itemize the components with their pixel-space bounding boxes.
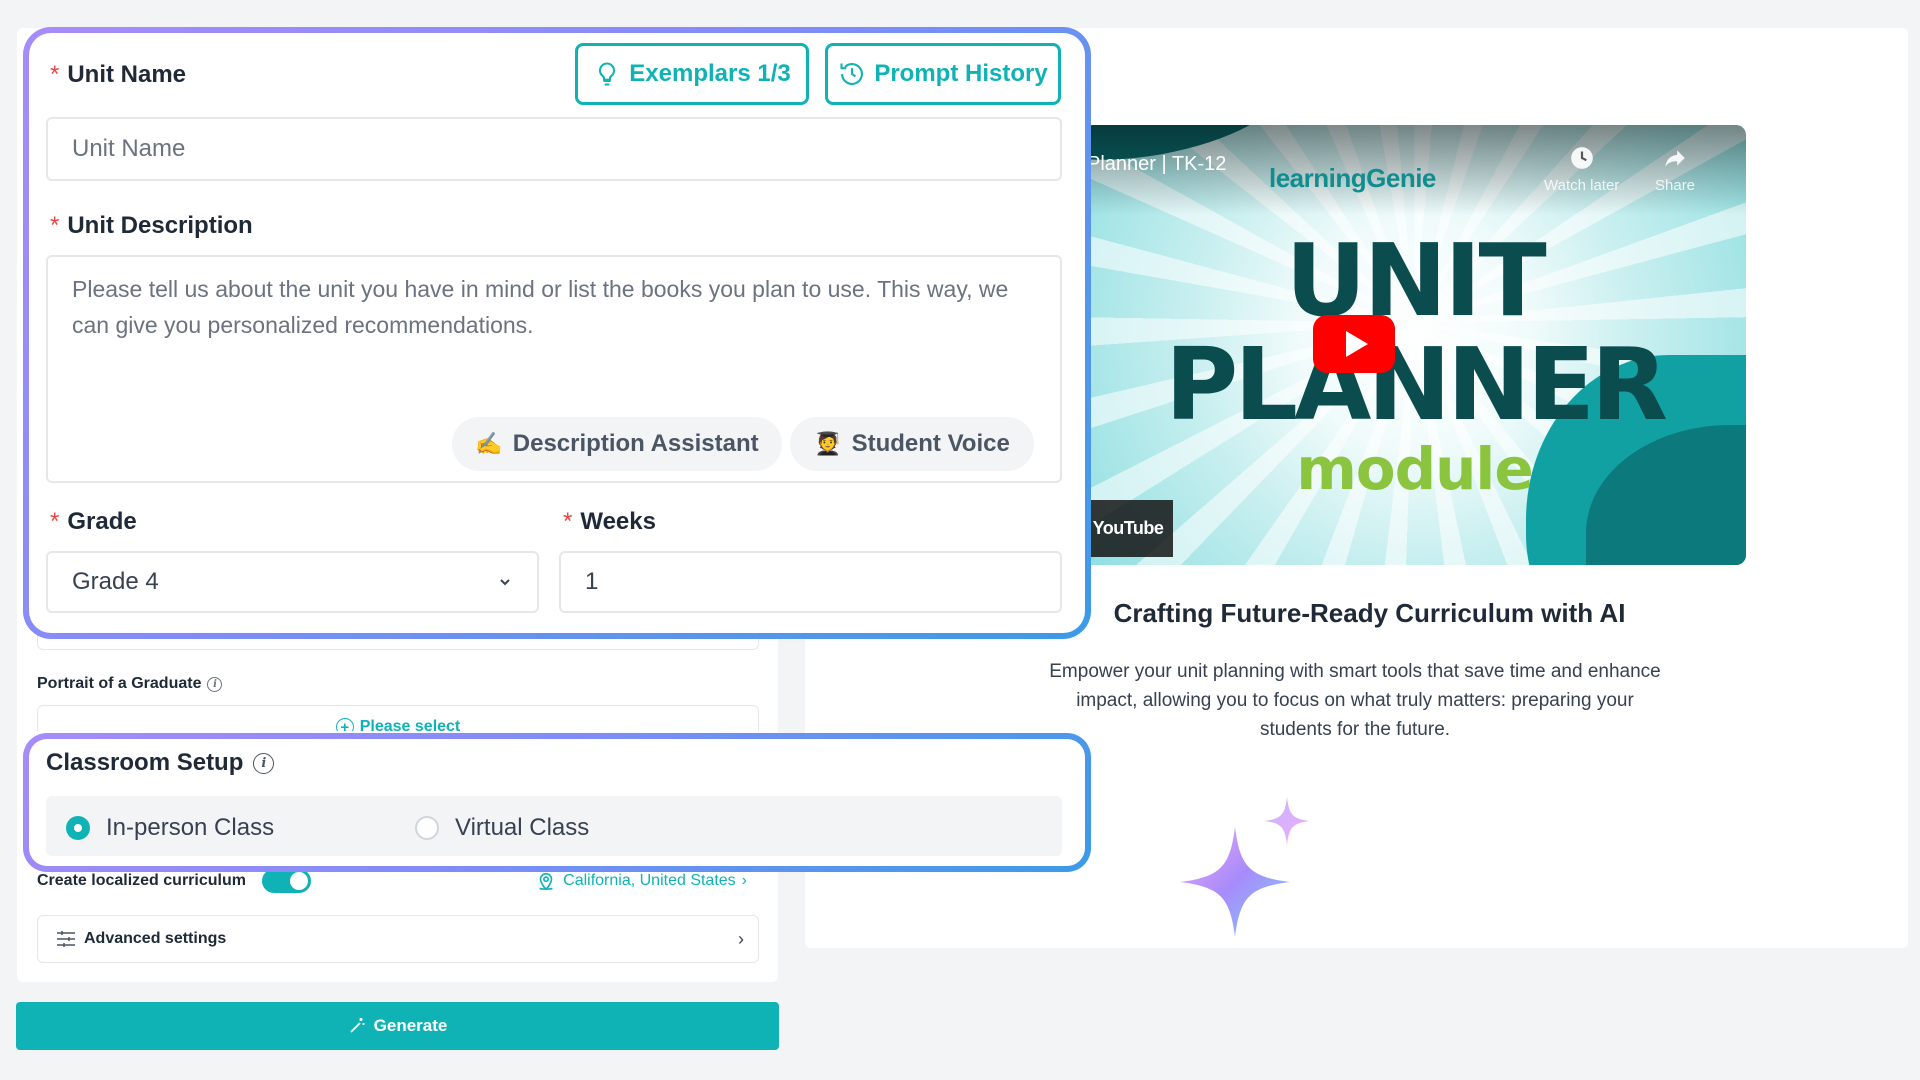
portrait-of-graduate-label: Portrait of a Graduate i bbox=[37, 675, 223, 693]
play-icon bbox=[1345, 331, 1368, 357]
info-icon[interactable]: i bbox=[253, 752, 275, 774]
student-voice-button[interactable]: 🧑‍🎓 Student Voice bbox=[790, 417, 1034, 471]
radio-selected-icon bbox=[66, 816, 90, 840]
sliders-icon bbox=[57, 931, 75, 947]
generate-button[interactable]: Generate bbox=[16, 1002, 779, 1050]
intro-heading: Crafting Future-Ready Curriculum with AI bbox=[1113, 598, 1626, 628]
clock-icon bbox=[1570, 147, 1593, 169]
share-button[interactable]: Share bbox=[1655, 145, 1695, 194]
intro-body: Empower your unit planning with smart to… bbox=[1049, 661, 1661, 740]
unit-name-input[interactable]: Unit Name bbox=[46, 117, 1062, 181]
magic-wand-icon bbox=[350, 1018, 365, 1033]
description-assistant-button[interactable]: ✍️ Description Assistant bbox=[452, 417, 782, 471]
localized-curriculum-label: Create localized curriculum bbox=[37, 872, 246, 889]
watch-later-button[interactable]: Watch later bbox=[1544, 145, 1619, 194]
weeks-input[interactable]: 1 bbox=[559, 551, 1062, 613]
grade-label: * Grade bbox=[50, 508, 137, 535]
radio-unselected-icon bbox=[415, 816, 439, 840]
grade-select[interactable]: Grade 4 bbox=[46, 551, 539, 613]
video-headline-module: module bbox=[1296, 435, 1533, 503]
sparkle-icon bbox=[1180, 797, 1310, 937]
virtual-class-radio[interactable]: Virtual Class bbox=[415, 814, 589, 842]
weeks-label: * Weeks bbox=[563, 508, 656, 535]
chevron-down-icon bbox=[500, 579, 510, 586]
unit-description-label: * Unit Description bbox=[50, 212, 253, 239]
chevron-right-icon: › bbox=[741, 872, 747, 889]
writing-hand-icon: ✍️ bbox=[475, 431, 503, 456]
video-headline-unit: UNIT bbox=[1285, 222, 1546, 339]
intro-video[interactable]: Planner | TK-12 learningGenie UNIT PLANN… bbox=[1083, 125, 1746, 565]
share-icon bbox=[1665, 150, 1685, 167]
play-button[interactable] bbox=[1313, 315, 1395, 373]
video-title[interactable]: Planner | TK-12 bbox=[1087, 153, 1226, 176]
plus-circle-icon: + bbox=[335, 718, 354, 731]
exemplars-button[interactable]: Exemplars 1/3 bbox=[575, 43, 809, 105]
history-icon bbox=[840, 63, 864, 85]
advanced-settings-label: Advanced settings bbox=[84, 930, 227, 947]
classroom-setup-card: Classroom Setup i In-person Class Virtua… bbox=[23, 733, 1091, 872]
map-pin-icon bbox=[539, 872, 553, 891]
localized-curriculum-row: Create localized curriculum California, … bbox=[37, 869, 759, 893]
chevron-right-icon: › bbox=[738, 928, 744, 949]
localized-curriculum-toggle[interactable] bbox=[261, 869, 311, 893]
student-icon: 🧑‍🎓 bbox=[814, 431, 842, 456]
unit-details-card: * Unit Name Exemplars 1/3 Prompt History … bbox=[23, 27, 1091, 639]
youtube-badge[interactable]: YouTube bbox=[1083, 500, 1173, 557]
advanced-settings-row[interactable]: Advanced settings › bbox=[37, 915, 759, 963]
video-headline-planner: PLANNER bbox=[1164, 326, 1668, 443]
lightbulb-icon bbox=[599, 62, 616, 86]
prompt-history-button[interactable]: Prompt History bbox=[825, 43, 1061, 105]
learning-genie-logo: learningGenie bbox=[1269, 163, 1436, 193]
please-select-label: Please select bbox=[359, 718, 461, 731]
classroom-setup-title: Classroom Setup i bbox=[46, 749, 275, 777]
location-link[interactable]: California, United States › bbox=[535, 870, 747, 892]
in-person-class-radio[interactable]: In-person Class bbox=[66, 814, 274, 842]
info-icon[interactable]: i bbox=[207, 676, 223, 692]
portrait-of-graduate-select[interactable]: + Please select bbox=[37, 705, 759, 731]
unit-name-label: * Unit Name bbox=[50, 61, 187, 88]
classroom-setup-options: In-person Class Virtual Class bbox=[46, 796, 1062, 856]
